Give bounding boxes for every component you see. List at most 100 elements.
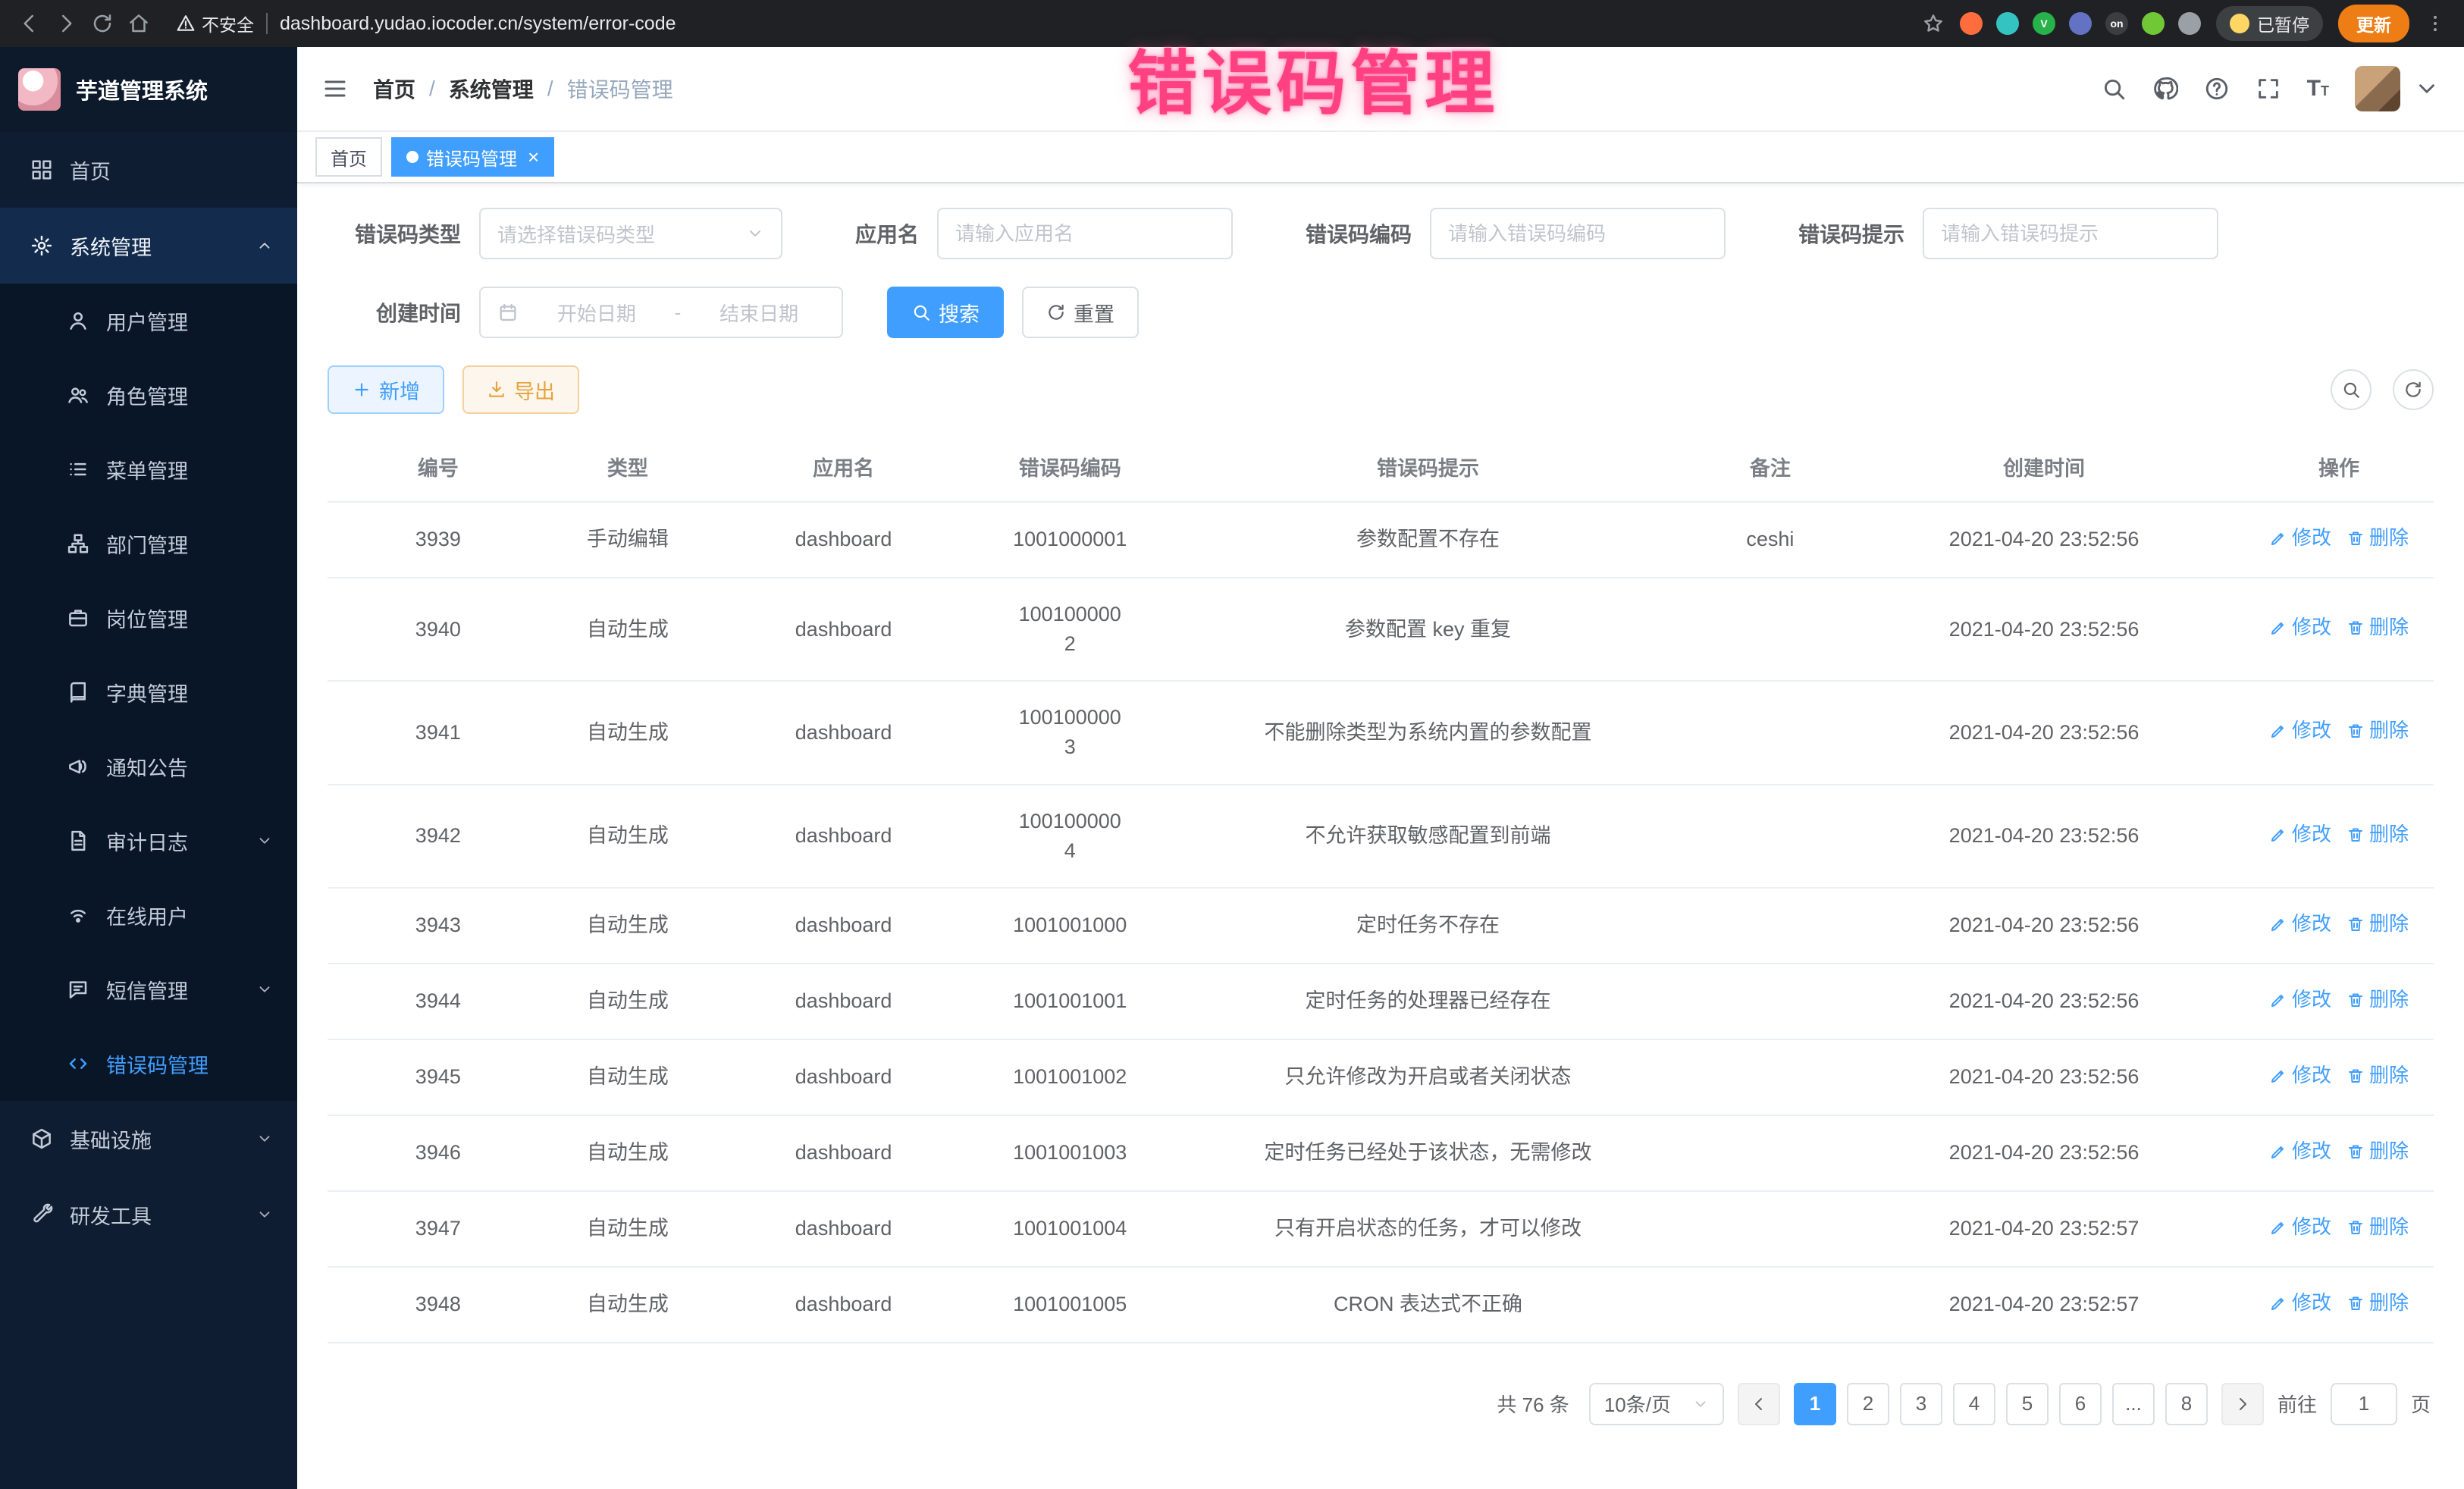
date-range-picker[interactable]: 开始日期 - 结束日期	[479, 287, 843, 338]
page-button-8[interactable]: 8	[2165, 1383, 2208, 1425]
prev-page-button[interactable]	[1738, 1383, 1780, 1425]
sidebar-item-label: 岗位管理	[106, 603, 188, 633]
breadcrumb-separator: /	[547, 77, 553, 101]
sidebar-item-error-code-management[interactable]: 错误码管理	[0, 1027, 297, 1101]
cell-app: dashboard	[707, 681, 980, 784]
delete-link[interactable]: 删除	[2346, 716, 2409, 745]
browser-update-button[interactable]: 更新	[2338, 5, 2409, 42]
sidebar-item-dict-management[interactable]: 字典管理	[0, 655, 297, 729]
edit-link[interactable]: 修改	[2269, 1137, 2331, 1166]
app-logo[interactable]: 芋道管理系统	[0, 47, 297, 132]
header-actions: TT	[2101, 66, 2440, 111]
page-buttons: 123456...8	[1794, 1383, 2208, 1425]
app-name-input[interactable]	[937, 208, 1233, 259]
page-button-3[interactable]: 3	[1900, 1383, 1942, 1425]
header-search-icon[interactable]	[2101, 76, 2127, 102]
page-button-4[interactable]: 4	[1953, 1383, 1995, 1425]
sidebar-item-user-management[interactable]: 用户管理	[0, 284, 297, 358]
address-bar[interactable]: 不安全 dashboard.yudao.iocoder.cn/system/er…	[176, 11, 1908, 36]
delete-link[interactable]: 删除	[2346, 1289, 2409, 1318]
tab-error-code[interactable]: 错误码管理 ×	[391, 137, 554, 177]
sidebar-item-sms-management[interactable]: 短信管理	[0, 952, 297, 1027]
page-button-2[interactable]: 2	[1847, 1383, 1889, 1425]
forward-icon[interactable]	[55, 12, 77, 35]
page-size-select[interactable]: 10条/页	[1589, 1383, 1724, 1425]
sidebar-item-home[interactable]: 首页	[0, 132, 297, 208]
delete-icon	[2346, 619, 2365, 637]
error-type-select[interactable]: 请选择错误码类型	[479, 208, 782, 259]
sidebar-item-role-management[interactable]: 角色管理	[0, 358, 297, 432]
extension-dot-red[interactable]	[1960, 12, 1983, 35]
page-more-button[interactable]: ...	[2112, 1383, 2155, 1425]
delete-icon	[2346, 1218, 2365, 1237]
error-hint-input[interactable]	[1923, 208, 2218, 259]
edit-link[interactable]: 修改	[2269, 613, 2331, 642]
github-icon[interactable]	[2152, 76, 2178, 102]
avatar-caret-icon[interactable]	[2414, 76, 2440, 102]
edit-link[interactable]: 修改	[2269, 1289, 2331, 1318]
user-avatar[interactable]	[2355, 66, 2400, 111]
search-button[interactable]: 搜索	[887, 287, 1004, 338]
add-button[interactable]: 新增	[328, 365, 444, 414]
table-toolbar: 新增 导出	[328, 365, 2434, 414]
extension-dot-dark[interactable]: on	[2105, 12, 2128, 35]
breadcrumb-home[interactable]: 首页	[373, 74, 415, 104]
refresh-table-icon[interactable]	[2393, 369, 2434, 410]
back-icon[interactable]	[18, 12, 41, 35]
extension-puzzle[interactable]	[2178, 12, 2201, 35]
home-icon[interactable]	[127, 12, 150, 35]
fullscreen-icon[interactable]	[2256, 76, 2281, 102]
kebab-menu-icon[interactable]	[2425, 13, 2446, 34]
delete-link[interactable]: 删除	[2346, 986, 2409, 1014]
delete-link[interactable]: 删除	[2346, 524, 2409, 553]
extension-dot-lime[interactable]	[2142, 12, 2165, 35]
font-size-icon[interactable]: TT	[2307, 76, 2329, 102]
delete-link[interactable]: 删除	[2346, 910, 2409, 939]
sidebar-item-audit-log[interactable]: 审计日志	[0, 804, 297, 878]
tab-home[interactable]: 首页	[315, 137, 382, 177]
profile-paused-chip[interactable]: 已暂停	[2216, 6, 2323, 41]
extension-dot-teal[interactable]	[1996, 12, 2019, 35]
tools-icon	[30, 1203, 53, 1226]
edit-link[interactable]: 修改	[2269, 524, 2331, 553]
tab-close-icon[interactable]: ×	[528, 146, 539, 169]
sidebar-item-menu-management[interactable]: 菜单管理	[0, 432, 297, 506]
delete-link[interactable]: 删除	[2346, 1137, 2409, 1166]
edit-link[interactable]: 修改	[2269, 820, 2331, 849]
next-page-button[interactable]	[2221, 1383, 2264, 1425]
extension-dot-green[interactable]: V	[2033, 12, 2055, 35]
security-chip[interactable]: 不安全	[176, 11, 254, 36]
reload-icon[interactable]	[91, 12, 114, 35]
export-button[interactable]: 导出	[462, 365, 579, 414]
goto-page-input[interactable]	[2331, 1383, 2397, 1425]
delete-link[interactable]: 删除	[2346, 1213, 2409, 1242]
page-button-1[interactable]: 1	[1794, 1383, 1836, 1425]
sidebar-item-infrastructure[interactable]: 基础设施	[0, 1101, 297, 1177]
delete-link[interactable]: 删除	[2346, 613, 2409, 642]
sidebar-item-online-users[interactable]: 在线用户	[0, 878, 297, 952]
toggle-search-icon[interactable]	[2331, 369, 2372, 410]
extension-dot-indigo[interactable]	[2069, 12, 2092, 35]
reset-button[interactable]: 重置	[1022, 287, 1139, 338]
edit-link[interactable]: 修改	[2269, 1061, 2331, 1090]
breadcrumb-system[interactable]: 系统管理	[449, 74, 534, 104]
sidebar-item-notice-announcement[interactable]: 通知公告	[0, 729, 297, 804]
help-icon[interactable]	[2204, 76, 2230, 102]
page-button-5[interactable]: 5	[2006, 1383, 2049, 1425]
start-date-placeholder: 开始日期	[531, 299, 663, 327]
delete-link[interactable]: 删除	[2346, 820, 2409, 849]
sidebar-item-system-management[interactable]: 系统管理	[0, 208, 297, 284]
edit-link[interactable]: 修改	[2269, 716, 2331, 745]
hamburger-icon[interactable]	[321, 75, 349, 102]
edit-link[interactable]: 修改	[2269, 1213, 2331, 1242]
edit-link[interactable]: 修改	[2269, 910, 2331, 939]
page-button-6[interactable]: 6	[2059, 1383, 2102, 1425]
sidebar-item-post-management[interactable]: 岗位管理	[0, 581, 297, 655]
error-code-input[interactable]	[1430, 208, 1726, 259]
edit-link[interactable]: 修改	[2269, 986, 2331, 1014]
column-header-3: 错误码编码	[980, 432, 1159, 502]
sidebar-item-dev-tools[interactable]: 研发工具	[0, 1177, 297, 1252]
bookmark-star-icon[interactable]	[1922, 12, 1945, 35]
sidebar-item-dept-management[interactable]: 部门管理	[0, 506, 297, 581]
delete-link[interactable]: 删除	[2346, 1061, 2409, 1090]
